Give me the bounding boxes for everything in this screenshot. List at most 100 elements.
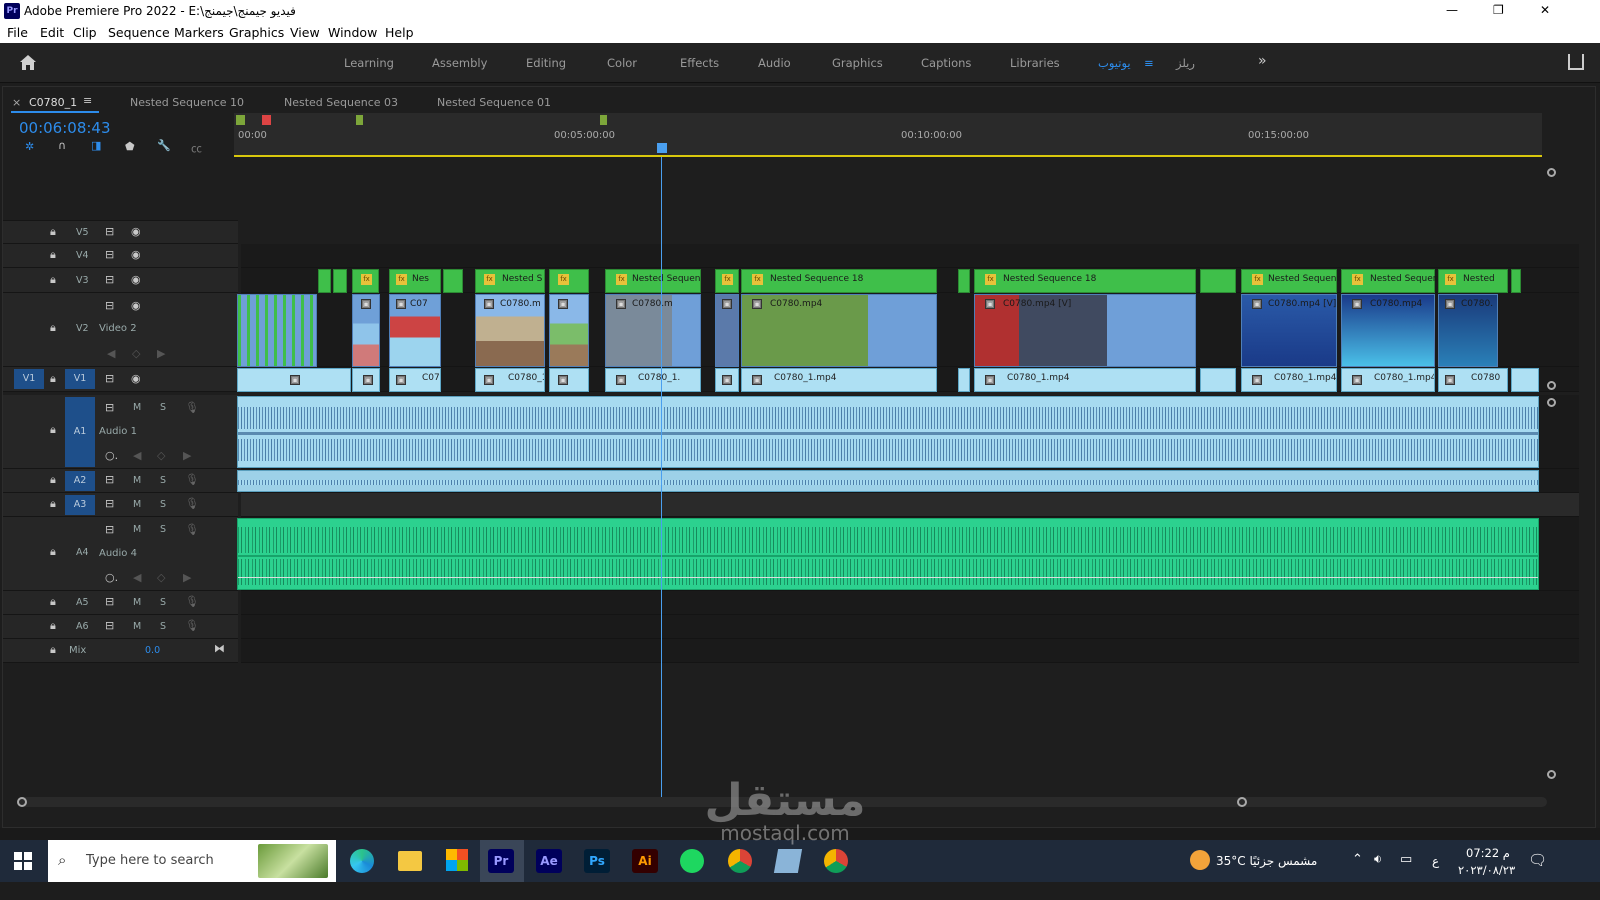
linked-selection-icon[interactable]: ◨ (91, 139, 101, 152)
v1-clip[interactable]: ▣C0780_1. (475, 368, 545, 392)
workspace-libraries[interactable]: Libraries (1010, 56, 1060, 70)
track-id[interactable]: V4 (76, 250, 89, 261)
close-tab-icon[interactable]: × (12, 96, 21, 109)
track-id[interactable]: A6 (76, 621, 89, 632)
mic-icon[interactable]: 🎙︎ (185, 619, 199, 632)
lane-a6[interactable] (241, 615, 1579, 639)
lane-v4[interactable] (241, 244, 1579, 268)
prev-keyframe-icon[interactable]: ◀ (133, 571, 141, 584)
volume-keyframe-icon[interactable]: ○. (105, 449, 118, 462)
workspace-learning[interactable]: Learning (344, 56, 394, 70)
lock-icon[interactable]: 🔒︎ (50, 595, 56, 609)
time-ruler[interactable]: 00:00 00:05:00:00 00:10:00:00 00:15:00:0… (234, 113, 1542, 157)
lane-a5[interactable] (241, 591, 1579, 615)
home-icon[interactable] (18, 53, 38, 71)
tab-nested-10[interactable]: Nested Sequence 10 (130, 96, 244, 109)
track-id[interactable]: A4 (76, 547, 89, 558)
next-keyframe-icon[interactable]: ▶ (183, 571, 191, 584)
v2-clip[interactable]: ▣ C0780.mp4 [V] (974, 294, 1196, 367)
network-icon[interactable]: ▭ (1400, 852, 1412, 867)
sync-icon[interactable]: ⊟ (105, 248, 114, 261)
menu-view[interactable]: View (290, 25, 320, 40)
v1-clip[interactable]: ▣ (352, 368, 380, 392)
track-id[interactable]: A1 (65, 397, 95, 467)
tray-chevron-icon[interactable]: ⌃ (1352, 852, 1363, 867)
playhead-line[interactable] (661, 157, 662, 797)
volume-keyframe-icon[interactable]: ○. (105, 571, 118, 584)
clock-date[interactable]: ٢٠٢٣/٠٨/٢٣ (1458, 863, 1515, 877)
lock-icon[interactable]: 🔒︎ (50, 273, 56, 287)
volume-icon[interactable]: 🔉︎ (1374, 852, 1382, 867)
v1-clip[interactable]: ▣ (549, 368, 589, 392)
v2-clip[interactable]: ▣ C0780.mp4 (741, 294, 937, 367)
track-id[interactable]: A2 (65, 471, 95, 491)
panel-menu-icon[interactable]: ≡ (83, 94, 92, 107)
v3-clip[interactable] (333, 269, 347, 293)
more-workspaces-icon[interactable]: » (1258, 53, 1267, 69)
v3-clip[interactable] (443, 269, 463, 293)
playhead-handle[interactable] (657, 143, 667, 153)
next-keyframe-icon[interactable]: ▶ (183, 449, 191, 462)
sync-icon[interactable]: ⊟ (105, 299, 114, 312)
prev-keyframe-icon[interactable]: ◀ (133, 449, 141, 462)
track-id[interactable]: A3 (65, 495, 95, 515)
weather-icon[interactable] (1190, 850, 1210, 870)
v2-clip[interactable]: ▣ (715, 294, 739, 367)
next-keyframe-icon[interactable]: ▶ (157, 347, 165, 360)
mic-icon[interactable]: 🎙︎ (185, 497, 199, 510)
mute-button[interactable]: M (133, 475, 141, 486)
v1-clip[interactable]: ▣ C0780_1.mp4 (741, 368, 937, 392)
after-effects-app-icon[interactable]: Ae (536, 849, 562, 873)
lock-icon[interactable]: 🔒︎ (50, 473, 56, 487)
track-id[interactable]: V1 (65, 369, 95, 389)
notifications-icon[interactable]: 🗨︎ (1528, 851, 1547, 869)
volume-line[interactable] (238, 577, 1538, 578)
marker-icon[interactable] (262, 115, 271, 125)
v3-clip[interactable]: fx (549, 269, 589, 293)
workspace-color[interactable]: Color (607, 56, 637, 70)
sync-icon[interactable]: ⊟ (105, 273, 114, 286)
v3-clip[interactable]: fx Nested Sequen (605, 269, 701, 293)
menu-edit[interactable]: Edit (40, 25, 64, 40)
scroll-handle-left[interactable] (17, 797, 27, 807)
lock-icon[interactable]: 🔒︎ (50, 643, 56, 657)
solo-button[interactable]: S (160, 597, 166, 608)
minimize-button[interactable]: — (1446, 3, 1458, 17)
mix-value[interactable]: 0.0 (145, 645, 160, 656)
sync-icon[interactable]: ⊟ (105, 401, 114, 414)
sync-icon[interactable]: ⊟ (105, 619, 114, 632)
v1-clip[interactable]: ▣ C07 (389, 368, 441, 392)
vertical-zoom-handle[interactable] (1547, 398, 1556, 407)
sync-icon[interactable]: ⊟ (105, 225, 114, 238)
workspace-effects[interactable]: Effects (680, 56, 719, 70)
solo-button[interactable]: S (160, 475, 166, 486)
sync-icon[interactable]: ⊟ (105, 523, 114, 536)
v3-clip[interactable] (958, 269, 970, 293)
v2-clip[interactable]: ▣ C0780.mp4 (1341, 294, 1435, 367)
v2-clip[interactable]: ▣ C0780.m (605, 294, 701, 367)
vertical-zoom-handle[interactable] (1547, 381, 1556, 390)
lock-icon[interactable]: 🔒︎ (50, 545, 56, 559)
eye-icon[interactable]: ◉ (131, 273, 141, 286)
menu-file[interactable]: File (7, 25, 28, 40)
add-keyframe-icon[interactable]: ◇ (157, 449, 165, 462)
workspace-editing[interactable]: Editing (526, 56, 566, 70)
lock-icon[interactable]: 🔒︎ (50, 619, 56, 633)
workspace-assembly[interactable]: Assembly (432, 56, 487, 70)
solo-button[interactable]: S (160, 621, 166, 632)
lock-icon[interactable]: 🔒︎ (50, 372, 56, 386)
v1-clip[interactable]: ▣ C0780_1.mp4 (974, 368, 1196, 392)
wrench-icon[interactable]: 🔧 (157, 139, 171, 152)
v2-clip[interactable]: ▣ C0780. (1438, 294, 1498, 367)
tab-nested-03[interactable]: Nested Sequence 03 (284, 96, 398, 109)
sync-icon[interactable]: ⊟ (105, 595, 114, 608)
mic-icon[interactable]: 🎙︎ (185, 473, 199, 486)
search-box[interactable]: ⌕ Type here to search (48, 840, 336, 882)
v1-clip[interactable] (1200, 368, 1236, 392)
mic-icon[interactable]: 🎙︎ (185, 401, 199, 414)
tab-active-sequence[interactable]: C0780_1 (29, 96, 77, 109)
v2-clip[interactable]: ▣ C0780.m (475, 294, 545, 367)
v3-clip[interactable]: fx (352, 269, 379, 293)
lane-a3[interactable] (241, 493, 1579, 517)
a1-clip[interactable] (237, 396, 1539, 468)
